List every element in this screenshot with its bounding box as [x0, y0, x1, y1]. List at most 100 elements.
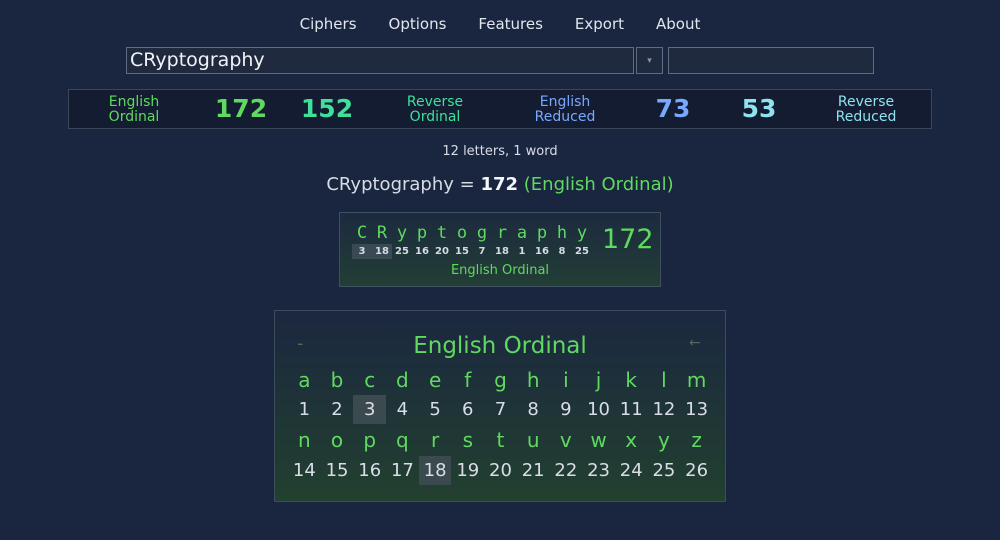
english-ordinal-label[interactable]: English Ordinal — [91, 95, 177, 125]
breakdown-value: 18 — [495, 246, 509, 257]
breakdown-letter: t — [436, 223, 448, 243]
breakdown-letter: h — [556, 223, 568, 243]
chart-number: 20 — [489, 460, 512, 481]
arrow-left-icon[interactable]: ← — [689, 335, 701, 351]
chart-letters-row-2: nopqrstuvwxyz — [288, 426, 713, 455]
breakdown-cipher-name: English Ordinal — [450, 263, 550, 278]
chart-letter: u — [526, 428, 540, 452]
chevron-down-icon: ▾ — [647, 55, 652, 66]
phrase-input[interactable] — [126, 47, 634, 74]
english-reduced-value: 73 — [655, 94, 691, 123]
chart-letters-row-1: abcdefghi jklm — [288, 366, 713, 395]
cipher-chart: - English Ordinal ← abcdefghijklm 123456… — [274, 310, 726, 502]
breakdown-cell: y 25 — [572, 222, 592, 259]
chart-number: 23 — [587, 460, 610, 481]
chart-number: 7 — [494, 399, 507, 420]
chart-number: 19 — [456, 460, 480, 481]
breakdown-value: 8 — [558, 246, 566, 257]
reverse-ordinal-label[interactable]: Reverse Ordinal — [391, 95, 479, 125]
menu-features[interactable]: Features — [462, 13, 559, 35]
chart-letter: q — [396, 428, 409, 452]
result-cipher: (English Ordinal) — [523, 174, 674, 195]
chart-number: 4 — [396, 399, 409, 420]
chart-letter: w — [590, 428, 607, 452]
breakdown-cell: r 18 — [492, 222, 512, 259]
result-phrase: CRyptography — [326, 174, 454, 195]
menu-export[interactable]: Export — [559, 13, 640, 35]
chart-letter: i — [563, 368, 569, 392]
breakdown-cell: g7 — [472, 222, 492, 259]
chart-number: 13 — [685, 399, 709, 420]
chart-number: 5 — [429, 399, 441, 420]
chart-number: 2 — [331, 399, 343, 420]
breakdown-cell: h8 — [552, 222, 572, 259]
chart-letter: m — [686, 368, 707, 392]
chart-number: 26 — [685, 460, 709, 481]
breakdown-value: 1 — [518, 246, 526, 257]
reverse-reduced-value: 53 — [741, 94, 777, 123]
chart-letter: s — [462, 428, 473, 452]
breakdown-letter: y — [576, 223, 588, 243]
menu-about[interactable]: About — [640, 13, 716, 35]
breakdown-letter: a — [516, 223, 528, 243]
english-reduced-label[interactable]: English Reduced — [515, 95, 615, 125]
chart-number: 21 — [521, 460, 545, 481]
breakdown-value: 20 — [435, 246, 449, 257]
reverse-reduced-label[interactable]: Reverse Reduced — [819, 95, 913, 125]
chart-number: 1 — [298, 399, 311, 420]
breakdown-value: 15 — [455, 246, 469, 257]
chart-letter: r — [430, 428, 440, 452]
chart-letter: b — [330, 368, 344, 392]
chart-letter: d — [396, 368, 409, 392]
menu-options[interactable]: Options — [373, 13, 463, 35]
chart-number: 11 — [619, 399, 643, 420]
breakdown-cell: o 15 — [452, 222, 472, 259]
breakdown-letter: p — [416, 223, 428, 243]
breakdown-value: 16 — [535, 246, 549, 257]
chart-letter: t — [496, 428, 505, 452]
chart-number: 25 — [652, 460, 676, 481]
breakdown-cell: C3 — [352, 222, 372, 259]
breakdown-cell: p 16 — [532, 222, 552, 259]
breakdown-value: 25 — [575, 246, 589, 257]
breakdown-cell: t 20 — [432, 222, 452, 259]
chart-letter: n — [298, 428, 311, 452]
breakdown-letter: r — [496, 223, 508, 243]
breakdown-cell: R 18 — [372, 222, 392, 259]
chart-number: 24 — [619, 460, 643, 481]
breakdown-cell: y 25 — [392, 222, 412, 259]
chart-number: 14 — [292, 460, 316, 481]
chart-letter: y — [657, 428, 670, 452]
chart-number: 22 — [554, 460, 578, 481]
chart-number: 18 — [418, 456, 452, 485]
history-dropdown-button[interactable]: ▾ — [636, 47, 663, 74]
breakdown-value: 25 — [395, 246, 409, 257]
breakdown-value: 18 — [372, 244, 392, 259]
cipher-summary-bar: English Ordinal 172 152 Reverse Ordinal … — [68, 89, 932, 129]
chart-letter: k — [625, 368, 638, 392]
number-search-input[interactable] — [668, 47, 874, 74]
breakdown-letter: g — [476, 223, 488, 243]
chart-letter: f — [464, 368, 472, 392]
breakdown-letter: o — [456, 223, 468, 243]
chart-letter: v — [559, 428, 572, 452]
chart-letter: x — [625, 428, 638, 452]
chart-letter: p — [363, 428, 377, 452]
breakdown-total: 172 — [602, 224, 654, 255]
english-ordinal-value: 172 — [214, 94, 268, 123]
breakdown-letter: y — [396, 223, 408, 243]
breakdown-letters: C 3 R 18 y 25 p 16 t 20 o 15 g 7 r 18 a 1 p 16 h 8 y 25 — [352, 222, 592, 259]
letter-word-count: 12 letters, 1 word — [442, 144, 558, 159]
full-reduction-value: 152 — [300, 94, 354, 123]
chart-number: 15 — [325, 460, 349, 481]
result-value: 172 — [480, 174, 519, 195]
chart-number: 17 — [390, 460, 414, 481]
chart-number: 9 — [560, 399, 572, 420]
chart-letter: h — [526, 368, 540, 392]
chart-letter: e — [428, 368, 442, 392]
breakdown-cell: a1 — [512, 222, 532, 259]
menu-ciphers[interactable]: Ciphers — [284, 13, 373, 35]
letter-breakdown: C 3 R 18 y 25 p 16 t 20 o 15 g 7 r 18 a 1 p 16 h 8 y 25 172 Eng… — [339, 212, 661, 287]
chart-letter: g — [494, 368, 507, 392]
breakdown-value: 16 — [415, 246, 429, 257]
